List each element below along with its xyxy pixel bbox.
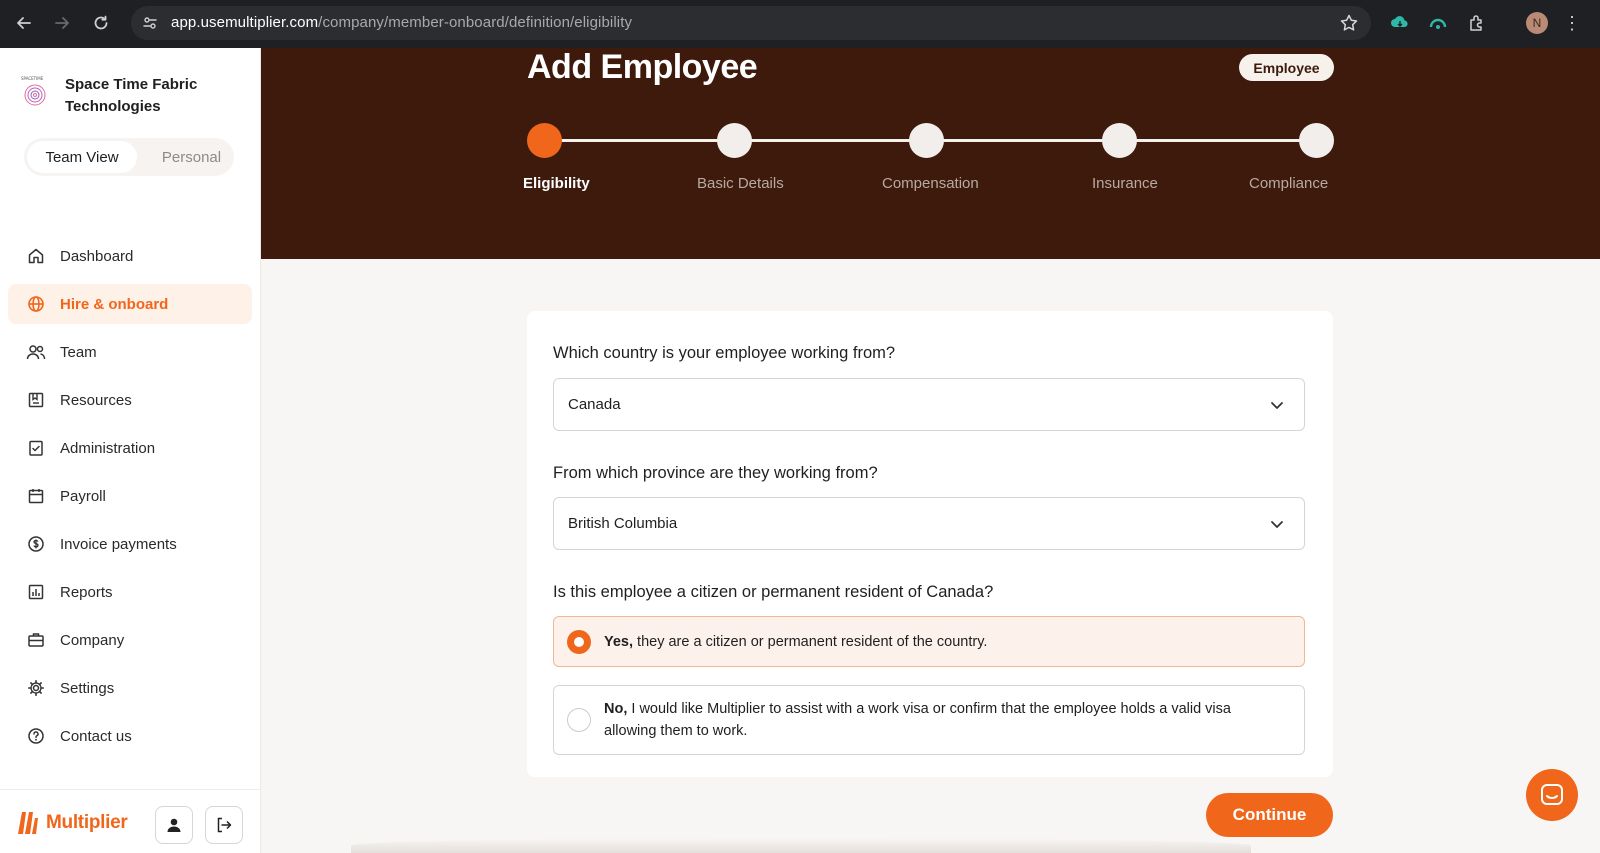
sidebar-item-label: Team [60, 343, 97, 361]
resources-icon [26, 390, 46, 410]
sidebar-nav: Dashboard Hire & onboard Team Resources … [8, 236, 252, 764]
browser-toolbar: app.usemultiplier.com/company/member-onb… [0, 0, 1600, 48]
site-settings-icon[interactable] [139, 12, 161, 34]
step-dot-basic-details [717, 123, 752, 158]
sidebar-item-team[interactable]: Team [8, 332, 252, 372]
province-select[interactable]: British Columbia [553, 497, 1305, 550]
sidebar-item-label: Reports [60, 583, 113, 601]
sidebar-item-label: Contact us [60, 727, 132, 745]
page-title: Add Employee [527, 48, 758, 86]
sidebar-item-settings[interactable]: Settings [8, 668, 252, 708]
citizen-option-no-label: No, I would like Multiplier to assist wi… [604, 701, 1231, 739]
extensions-puzzle-icon[interactable] [1466, 12, 1488, 34]
sidebar-footer: Multiplier [0, 789, 261, 853]
reload-icon[interactable] [90, 12, 112, 34]
help-icon [26, 726, 46, 746]
briefcase-icon [26, 630, 46, 650]
bookmark-star-icon[interactable] [1339, 13, 1359, 33]
citizen-option-yes-label: Yes, they are a citizen or permanent res… [604, 634, 988, 650]
chat-launcher-button[interactable] [1526, 769, 1578, 821]
step-label-compliance: Compliance [1249, 175, 1329, 192]
clipboard-check-icon [26, 438, 46, 458]
citizen-option-no[interactable]: No, I would like Multiplier to assist wi… [553, 685, 1305, 755]
forward-icon[interactable] [51, 12, 73, 34]
url-text: app.usemultiplier.com/company/member-onb… [171, 14, 633, 31]
step-label-compensation: Compensation [882, 175, 979, 192]
employee-type-badge: Employee [1239, 54, 1334, 81]
back-icon[interactable] [13, 12, 35, 34]
step-label-insurance: Insurance [1092, 175, 1158, 192]
profile-avatar[interactable]: N [1526, 12, 1548, 34]
sidebar-item-contact-us[interactable]: Contact us [8, 716, 252, 756]
brand-name: Multiplier [46, 812, 128, 833]
svg-text:SPACETIME: SPACETIME [21, 76, 44, 81]
country-question: Which country is your employee working f… [553, 344, 896, 362]
home-icon [26, 246, 46, 266]
sidebar-item-label: Settings [60, 679, 115, 697]
chart-icon [26, 582, 46, 602]
step-dot-eligibility [527, 123, 562, 158]
personal-view-tab[interactable]: Personal [149, 141, 234, 173]
sidebar-item-payroll[interactable]: Payroll [8, 476, 252, 516]
profile-button[interactable] [155, 806, 193, 844]
step-dot-compliance [1299, 123, 1334, 158]
sidebar-item-label: Invoice payments [60, 535, 177, 553]
citizen-option-yes[interactable]: Yes, they are a citizen or permanent res… [553, 616, 1305, 667]
continue-button[interactable]: Continue [1206, 793, 1333, 837]
scroll-shadow [351, 838, 1251, 853]
main-content: Add Employee Employee Eligibility Basic … [261, 48, 1600, 853]
country-select-value: Canada [568, 396, 621, 413]
view-toggle: Team View Personal [24, 138, 234, 176]
country-select[interactable]: Canada [553, 378, 1305, 431]
sidebar: SPACETIME Space Time Fabric Technologies… [0, 48, 261, 853]
sidebar-item-label: Hire & onboard [60, 295, 169, 313]
province-select-value: British Columbia [568, 515, 678, 532]
people-icon [26, 342, 46, 362]
calendar-icon [26, 486, 46, 506]
sidebar-item-reports[interactable]: Reports [8, 572, 252, 612]
extension-cloud-icon[interactable] [1389, 12, 1411, 34]
chevron-down-icon [1271, 521, 1283, 528]
radio-no[interactable] [567, 708, 591, 732]
sidebar-item-company[interactable]: Company [8, 620, 252, 660]
sidebar-item-hire-onboard[interactable]: Hire & onboard [8, 284, 252, 324]
dollar-icon [26, 534, 46, 554]
sidebar-item-label: Dashboard [60, 247, 134, 265]
chat-icon [1541, 784, 1563, 805]
step-label-basic-details: Basic Details [697, 175, 784, 192]
multiplier-logo: Multiplier [16, 808, 128, 838]
sidebar-item-resources[interactable]: Resources [8, 380, 252, 420]
team-view-tab[interactable]: Team View [27, 141, 137, 173]
extension-arc-icon[interactable] [1427, 12, 1449, 34]
gear-icon [26, 678, 46, 698]
company-logo: SPACETIME [20, 74, 50, 106]
sidebar-item-label: Resources [60, 391, 132, 409]
chevron-down-icon [1271, 402, 1283, 409]
sidebar-item-label: Administration [60, 439, 156, 457]
company-name: Space Time Fabric Technologies [65, 76, 198, 115]
browser-menu-icon[interactable]: ⋮ [1563, 12, 1581, 34]
step-label-eligibility: Eligibility [523, 175, 590, 192]
sidebar-item-invoice-payments[interactable]: Invoice payments [8, 524, 252, 564]
step-dot-compensation [909, 123, 944, 158]
onboarding-header: Add Employee Employee Eligibility Basic … [261, 48, 1600, 259]
eligibility-form: Which country is your employee working f… [527, 311, 1333, 777]
user-icon [167, 818, 181, 832]
radio-yes[interactable] [567, 630, 591, 654]
province-question: From which province are they working fro… [553, 464, 878, 482]
step-dot-insurance [1102, 123, 1137, 158]
sidebar-item-label: Company [60, 631, 125, 649]
sidebar-item-dashboard[interactable]: Dashboard [8, 236, 252, 276]
company-header[interactable]: SPACETIME Space Time Fabric Technologies [20, 74, 197, 115]
globe-icon [26, 294, 46, 314]
logout-icon [217, 817, 232, 833]
logout-button[interactable] [205, 806, 243, 844]
address-bar[interactable]: app.usemultiplier.com/company/member-onb… [131, 6, 1371, 40]
citizen-question: Is this employee a citizen or permanent … [553, 583, 994, 601]
sidebar-item-label: Payroll [60, 487, 106, 505]
sidebar-item-administration[interactable]: Administration [8, 428, 252, 468]
